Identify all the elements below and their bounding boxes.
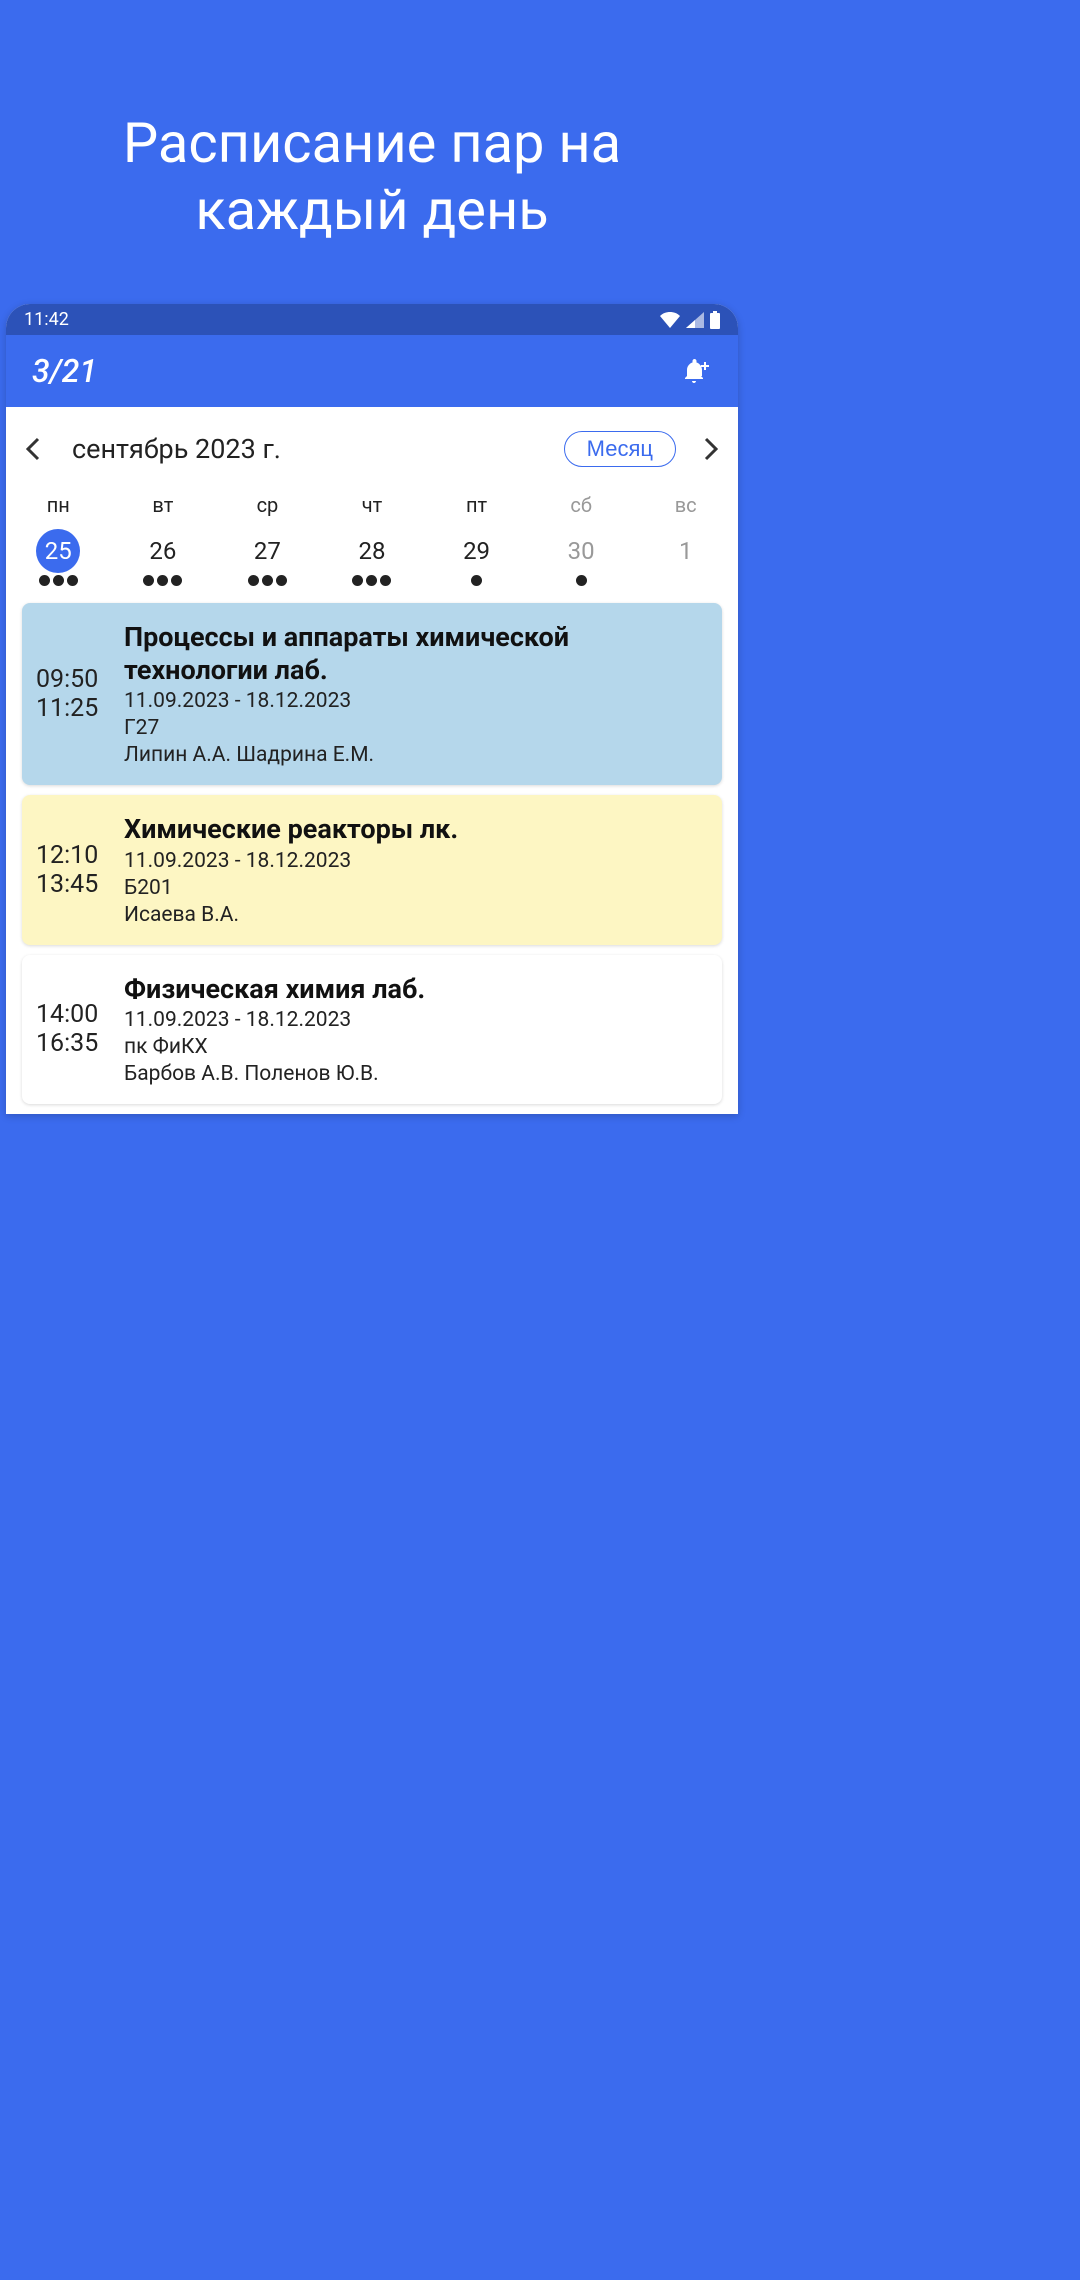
view-toggle-button[interactable]: Месяц bbox=[564, 431, 676, 467]
lesson-teachers: Липин А.А. Шадрина Е.М. bbox=[124, 743, 708, 767]
lesson-info: Физическая химия лаб. 11.09.2023 - 18.12.… bbox=[124, 973, 708, 1086]
lesson-teachers: Исаева В.А. bbox=[124, 903, 708, 927]
lesson-time: 14:0016:35 bbox=[36, 973, 114, 1086]
lesson-info: Процессы и аппараты химической технологи… bbox=[124, 621, 708, 767]
lesson-dates: 11.09.2023 - 18.12.2023 bbox=[124, 849, 708, 873]
signal-icon bbox=[686, 312, 704, 328]
lesson-card[interactable]: 14:0016:35 Физическая химия лаб. 11.09.202… bbox=[22, 955, 722, 1104]
weekday-label: чт bbox=[320, 493, 425, 517]
calendar-header: сентябрь 2023 г. Месяц bbox=[6, 407, 738, 483]
day-cell[interactable]: 27 bbox=[215, 529, 320, 587]
promo-title: Расписание пар на каждый день bbox=[0, 0, 744, 304]
event-dot bbox=[39, 575, 50, 586]
event-dots bbox=[576, 575, 587, 587]
device-frame: 11:42 3/21 сентябрь 2023 г. Месяц пнвтср… bbox=[6, 304, 738, 1114]
weekday-label: вт bbox=[111, 493, 216, 517]
lessons-container: 09:5011:25Процессы и аппараты химической… bbox=[6, 603, 738, 1104]
day-cell[interactable]: 26 bbox=[111, 529, 216, 587]
day-cell[interactable]: 25 bbox=[6, 529, 111, 587]
lesson-time: 12:1013:45 bbox=[36, 813, 114, 926]
day-cell[interactable]: 30 bbox=[529, 529, 634, 587]
status-time: 11:42 bbox=[24, 309, 69, 330]
battery-icon bbox=[710, 311, 720, 329]
lesson-room: пк ФиКХ bbox=[124, 1035, 708, 1059]
lesson-info: Химические реакторы лк. 11.09.2023 - 18.1… bbox=[124, 813, 708, 926]
wifi-icon bbox=[660, 312, 680, 328]
event-dot bbox=[576, 575, 587, 586]
lesson-title: Физическая химия лаб. bbox=[124, 973, 708, 1005]
status-right bbox=[660, 311, 720, 329]
days-row: 25 26 27 28 29 30 1 bbox=[6, 517, 738, 593]
day-cell[interactable]: 29 bbox=[424, 529, 529, 587]
event-dots bbox=[143, 575, 182, 587]
event-dots bbox=[352, 575, 391, 587]
lesson-start: 09:50 bbox=[36, 665, 114, 694]
weekday-label: ср bbox=[215, 493, 320, 517]
weekday-label: вс bbox=[633, 493, 738, 517]
day-number: 29 bbox=[455, 529, 499, 573]
month-label[interactable]: сентябрь 2023 г. bbox=[72, 433, 552, 465]
event-dot bbox=[380, 575, 391, 586]
add-alarm-icon[interactable] bbox=[680, 356, 712, 386]
lesson-teachers: Барбов А.В. Поленов Ю.В. bbox=[124, 1062, 708, 1086]
weekday-label: пн bbox=[6, 493, 111, 517]
status-bar: 11:42 bbox=[6, 304, 738, 335]
day-number: 1 bbox=[664, 529, 708, 573]
event-dot bbox=[352, 575, 363, 586]
event-dot bbox=[157, 575, 168, 586]
weekday-label: пт bbox=[424, 493, 529, 517]
app-bar: 3/21 bbox=[6, 335, 738, 407]
chevron-right-icon[interactable] bbox=[702, 437, 718, 461]
weekdays-row: пнвтсрчтптсбвс bbox=[6, 483, 738, 517]
event-dots bbox=[471, 575, 482, 587]
lesson-dates: 11.09.2023 - 18.12.2023 bbox=[124, 1008, 708, 1032]
day-number: 28 bbox=[350, 529, 394, 573]
app-bar-title: 3/21 bbox=[32, 352, 97, 390]
lesson-title: Химические реакторы лк. bbox=[124, 813, 708, 845]
lesson-room: Б201 bbox=[124, 876, 708, 900]
event-dots bbox=[248, 575, 287, 587]
day-number: 27 bbox=[245, 529, 289, 573]
lesson-card[interactable]: 12:1013:45 Химические реакторы лк. 11.09.2… bbox=[22, 795, 722, 944]
event-dots bbox=[39, 575, 78, 587]
lesson-card[interactable]: 09:5011:25Процессы и аппараты химической… bbox=[22, 603, 722, 785]
lesson-dates: 11.09.2023 - 18.12.2023 bbox=[124, 689, 708, 713]
event-dot bbox=[262, 575, 273, 586]
chevron-left-icon[interactable] bbox=[26, 437, 42, 461]
weekday-label: сб bbox=[529, 493, 634, 517]
day-cell[interactable]: 1 bbox=[633, 529, 738, 587]
lesson-start: 12:10 bbox=[36, 841, 114, 870]
event-dot bbox=[248, 575, 259, 586]
lesson-room: Г27 bbox=[124, 716, 708, 740]
event-dot bbox=[171, 575, 182, 586]
event-dot bbox=[53, 575, 64, 586]
lesson-end: 16:35 bbox=[36, 1029, 114, 1058]
day-number: 25 bbox=[36, 529, 80, 573]
day-number: 26 bbox=[141, 529, 185, 573]
event-dot bbox=[366, 575, 377, 586]
event-dot bbox=[276, 575, 287, 586]
event-dot bbox=[143, 575, 154, 586]
day-cell[interactable]: 28 bbox=[320, 529, 425, 587]
content-area: сентябрь 2023 г. Месяц пнвтсрчтптсбвс 25… bbox=[6, 407, 738, 1104]
event-dot bbox=[67, 575, 78, 586]
lesson-end: 11:25 bbox=[36, 694, 114, 723]
day-number: 30 bbox=[559, 529, 603, 573]
lesson-time: 09:5011:25 bbox=[36, 621, 114, 767]
lesson-end: 13:45 bbox=[36, 870, 114, 899]
event-dot bbox=[471, 575, 482, 586]
lesson-title: Процессы и аппараты химической технологи… bbox=[124, 621, 708, 686]
lesson-start: 14:00 bbox=[36, 1000, 114, 1029]
